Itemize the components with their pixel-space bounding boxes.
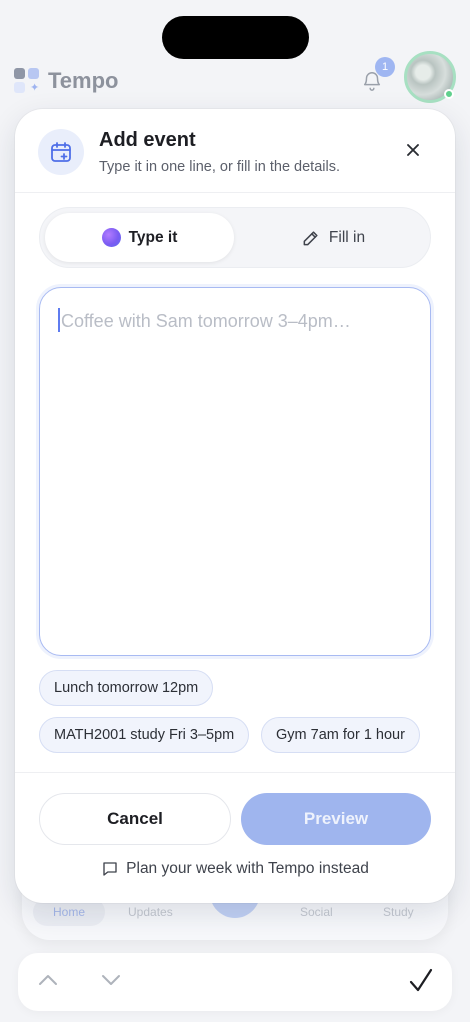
notification-badge: 1 (375, 57, 395, 77)
tab-study[interactable]: Study (383, 905, 414, 919)
app-logo: ✦ Tempo (14, 68, 118, 94)
tab-type-it-label: Type it (128, 228, 178, 246)
cancel-button[interactable]: Cancel (39, 793, 231, 845)
preview-button[interactable]: Preview (241, 793, 431, 845)
close-button[interactable] (400, 137, 426, 163)
tab-fill-in-label: Fill in (328, 228, 366, 246)
tab-fill-in[interactable]: Fill in (240, 213, 426, 262)
pencil-icon (303, 230, 318, 245)
text-caret (58, 308, 60, 332)
close-icon (407, 144, 419, 156)
add-event-modal: Add event Type it in one line, or fill i… (15, 109, 455, 903)
logo-mark-icon: ✦ (14, 68, 40, 94)
tab-social[interactable]: Social (300, 905, 333, 919)
chevron-up-icon[interactable] (36, 968, 60, 992)
online-status-dot (444, 89, 454, 99)
keyboard-accessory-bar (18, 953, 452, 1011)
suggestion-chip[interactable]: MATH2001 study Fri 3–5pm (39, 717, 250, 753)
app-name: Tempo (48, 68, 119, 93)
suggestion-chip[interactable]: Gym 7am for 1 hour (261, 717, 420, 753)
tab-updates[interactable]: Updates (128, 905, 173, 919)
ai-orb-icon (101, 228, 121, 247)
dynamic-island (162, 16, 309, 59)
mode-segmented-control: Type it Fill in (39, 207, 431, 268)
modal-subtitle: Type it in one line, or fill in the deta… (99, 159, 340, 175)
chevron-down-icon[interactable] (99, 968, 123, 992)
header-divider (15, 192, 455, 193)
avatar[interactable] (404, 51, 456, 103)
modal-title: Add event (99, 129, 196, 151)
event-text-input[interactable]: Coffee with Sam tomorrow 3–4pm… (39, 287, 431, 656)
tab-type-it[interactable]: Type it (45, 213, 234, 262)
calendar-add-icon (38, 129, 84, 175)
footer-divider (15, 772, 455, 773)
event-text-placeholder: Coffee with Sam tomorrow 3–4pm… (61, 311, 351, 331)
plan-week-link[interactable]: Plan your week with Tempo instead (15, 860, 455, 878)
plan-week-link-label: Plan your week with Tempo instead (126, 860, 369, 877)
suggestion-chip[interactable]: Lunch tomorrow 12pm (39, 670, 214, 706)
checkmark-done-icon[interactable] (408, 967, 434, 995)
chat-bubble-icon (103, 862, 117, 876)
